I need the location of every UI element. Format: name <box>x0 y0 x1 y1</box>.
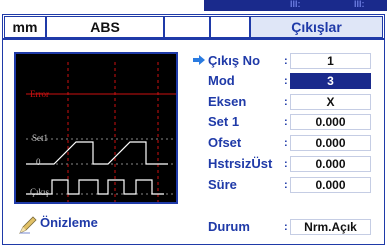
colon-separator: : <box>284 221 288 233</box>
preview-waveform <box>26 62 176 202</box>
output-preview-graph: Error Set1 0 Çıkış <box>14 52 178 204</box>
param-value-state[interactable]: Nrm.Açık <box>290 219 371 235</box>
tab-empty-1[interactable] <box>164 16 210 38</box>
colon-separator: : <box>284 75 288 87</box>
param-label-set1: Set 1 <box>208 114 240 129</box>
status-indicator-left: III: <box>290 0 301 9</box>
param-label-hysteresis-upper: HstrsizÜst <box>208 156 273 171</box>
colon-separator: : <box>284 116 288 128</box>
zero-axis-label: 0 <box>36 157 41 167</box>
colon-separator: : <box>284 137 288 149</box>
preview-button[interactable]: Önizleme <box>16 213 136 237</box>
set1-axis-label: Set1 <box>32 133 49 143</box>
tab-outputs[interactable]: Çıkışlar <box>250 16 383 38</box>
param-value-duration[interactable]: 0.000 <box>290 177 371 193</box>
tab-unit-mm[interactable]: mm <box>4 16 46 38</box>
param-value-mode[interactable]: 3 <box>290 73 371 89</box>
param-label-axis: Eksen <box>208 94 247 109</box>
colon-separator: : <box>284 158 288 170</box>
colon-separator: : <box>284 179 288 191</box>
param-value-set1[interactable]: 0.000 <box>290 114 371 130</box>
param-value-output-no[interactable]: 1 <box>290 53 371 69</box>
param-label-output-no: Çıkış No <box>208 53 261 68</box>
tab-abs[interactable]: ABS <box>46 16 164 38</box>
pencil-icon <box>19 216 37 234</box>
output-axis-label: Çıkış <box>30 187 50 197</box>
param-label-mode: Mod <box>208 73 235 88</box>
tab-empty-2[interactable] <box>210 16 250 38</box>
tab-underline <box>2 38 385 40</box>
status-indicator-right: III: <box>354 0 365 9</box>
param-value-axis[interactable]: X <box>290 94 371 110</box>
selected-row-arrow-icon <box>193 55 205 65</box>
top-status-strip: III: III: <box>0 0 387 13</box>
error-axis-label: Error <box>30 89 49 99</box>
param-label-state: Durum <box>208 219 250 234</box>
colon-separator: : <box>284 96 288 108</box>
param-label-offset: Ofset <box>208 135 242 150</box>
colon-separator: : <box>284 55 288 67</box>
param-value-offset[interactable]: 0.000 <box>290 135 371 151</box>
param-value-hysteresis-upper[interactable]: 0.000 <box>290 156 371 172</box>
preview-button-label: Önizleme <box>40 215 98 230</box>
param-label-duration: Süre <box>208 177 237 192</box>
position-trace <box>26 141 168 165</box>
